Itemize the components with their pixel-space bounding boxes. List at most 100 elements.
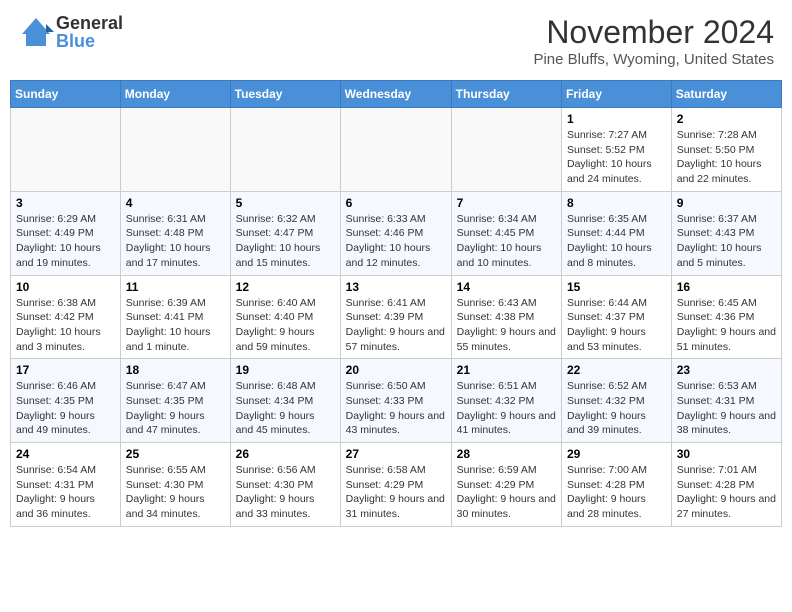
- day-info: Sunrise: 6:34 AM Sunset: 4:45 PM Dayligh…: [457, 212, 556, 271]
- logo-general-text: General: [56, 14, 123, 32]
- day-number: 20: [346, 363, 446, 377]
- calendar-cell: 6 Sunrise: 6:33 AM Sunset: 4:46 PM Daylig…: [340, 191, 451, 275]
- calendar-cell: 1Sunrise: 7:27 AM Sunset: 5:52 PM Daylig…: [562, 108, 672, 192]
- day-number: 16: [677, 280, 776, 294]
- day-number: 12: [236, 280, 335, 294]
- calendar-cell: 7 Sunrise: 6:34 AM Sunset: 4:45 PM Daylig…: [451, 191, 561, 275]
- day-header-monday: Monday: [120, 81, 230, 108]
- day-number: 5: [236, 196, 335, 210]
- calendar-cell: 12 Sunrise: 6:40 AM Sunset: 4:40 PM Dayli…: [230, 275, 340, 359]
- calendar-cell: [120, 108, 230, 192]
- calendar-cell: [451, 108, 561, 192]
- calendar-cell: 22 Sunrise: 6:52 AM Sunset: 4:32 PM Dayli…: [562, 359, 672, 443]
- day-info: Sunrise: 6:51 AM Sunset: 4:32 PM Dayligh…: [457, 379, 556, 438]
- calendar-cell: [11, 108, 121, 192]
- day-info: Sunrise: 7:01 AM Sunset: 4:28 PM Dayligh…: [677, 463, 776, 522]
- day-info: Sunrise: 7:28 AM Sunset: 5:50 PM Dayligh…: [677, 128, 776, 187]
- day-number: 29: [567, 447, 666, 461]
- day-header-wednesday: Wednesday: [340, 81, 451, 108]
- day-info: Sunrise: 6:59 AM Sunset: 4:29 PM Dayligh…: [457, 463, 556, 522]
- calendar-cell: 15 Sunrise: 6:44 AM Sunset: 4:37 PM Dayli…: [562, 275, 672, 359]
- month-title: November 2024: [533, 14, 774, 51]
- day-number: 18: [126, 363, 225, 377]
- day-number: 24: [16, 447, 115, 461]
- calendar-cell: 24 Sunrise: 6:54 AM Sunset: 4:31 PM Dayli…: [11, 443, 121, 527]
- day-number: 11: [126, 280, 225, 294]
- calendar-cell: 3 Sunrise: 6:29 AM Sunset: 4:49 PM Daylig…: [11, 191, 121, 275]
- calendar-cell: 29Sunrise: 7:00 AM Sunset: 4:28 PM Dayli…: [562, 443, 672, 527]
- day-header-thursday: Thursday: [451, 81, 561, 108]
- calendar-cell: [340, 108, 451, 192]
- logo-icon: [18, 14, 54, 50]
- day-header-tuesday: Tuesday: [230, 81, 340, 108]
- calendar-cell: 19 Sunrise: 6:48 AM Sunset: 4:34 PM Dayli…: [230, 359, 340, 443]
- day-number: 10: [16, 280, 115, 294]
- day-info: Sunrise: 6:50 AM Sunset: 4:33 PM Dayligh…: [346, 379, 446, 438]
- calendar-header: SundayMondayTuesdayWednesdayThursdayFrid…: [11, 81, 782, 108]
- day-number: 6: [346, 196, 446, 210]
- calendar-cell: 26 Sunrise: 6:56 AM Sunset: 4:30 PM Dayli…: [230, 443, 340, 527]
- calendar-week-2: 10Sunrise: 6:38 AM Sunset: 4:42 PM Dayli…: [11, 275, 782, 359]
- calendar-cell: 23Sunrise: 6:53 AM Sunset: 4:31 PM Dayli…: [671, 359, 781, 443]
- calendar-table: SundayMondayTuesdayWednesdayThursdayFrid…: [10, 80, 782, 527]
- day-info: Sunrise: 6:37 AM Sunset: 4:43 PM Dayligh…: [677, 212, 776, 271]
- calendar-cell: 4Sunrise: 6:31 AM Sunset: 4:48 PM Daylig…: [120, 191, 230, 275]
- day-number: 26: [236, 447, 335, 461]
- day-number: 15: [567, 280, 666, 294]
- day-info: Sunrise: 6:48 AM Sunset: 4:34 PM Dayligh…: [236, 379, 335, 438]
- calendar-cell: 27Sunrise: 6:58 AM Sunset: 4:29 PM Dayli…: [340, 443, 451, 527]
- day-number: 22: [567, 363, 666, 377]
- day-info: Sunrise: 6:56 AM Sunset: 4:30 PM Dayligh…: [236, 463, 335, 522]
- page-header: General Blue November 2024 Pine Bluffs, …: [10, 10, 782, 72]
- day-header-sunday: Sunday: [11, 81, 121, 108]
- calendar-cell: 10Sunrise: 6:38 AM Sunset: 4:42 PM Dayli…: [11, 275, 121, 359]
- calendar-cell: 11 Sunrise: 6:39 AM Sunset: 4:41 PM Dayli…: [120, 275, 230, 359]
- calendar-cell: 2 Sunrise: 7:28 AM Sunset: 5:50 PM Daylig…: [671, 108, 781, 192]
- day-header-friday: Friday: [562, 81, 672, 108]
- logo: General Blue: [18, 14, 123, 50]
- calendar-cell: 16 Sunrise: 6:45 AM Sunset: 4:36 PM Dayli…: [671, 275, 781, 359]
- day-number: 1: [567, 112, 666, 126]
- day-info: Sunrise: 6:41 AM Sunset: 4:39 PM Dayligh…: [346, 296, 446, 355]
- day-number: 3: [16, 196, 115, 210]
- day-info: Sunrise: 6:32 AM Sunset: 4:47 PM Dayligh…: [236, 212, 335, 271]
- calendar-week-3: 17Sunrise: 6:46 AM Sunset: 4:35 PM Dayli…: [11, 359, 782, 443]
- calendar-week-4: 24 Sunrise: 6:54 AM Sunset: 4:31 PM Dayli…: [11, 443, 782, 527]
- day-info: Sunrise: 6:43 AM Sunset: 4:38 PM Dayligh…: [457, 296, 556, 355]
- calendar-body: 1Sunrise: 7:27 AM Sunset: 5:52 PM Daylig…: [11, 108, 782, 527]
- calendar-cell: 30 Sunrise: 7:01 AM Sunset: 4:28 PM Dayli…: [671, 443, 781, 527]
- day-number: 30: [677, 447, 776, 461]
- day-info: Sunrise: 6:46 AM Sunset: 4:35 PM Dayligh…: [16, 379, 115, 438]
- day-info: Sunrise: 6:54 AM Sunset: 4:31 PM Dayligh…: [16, 463, 115, 522]
- calendar-cell: 5 Sunrise: 6:32 AM Sunset: 4:47 PM Daylig…: [230, 191, 340, 275]
- day-number: 4: [126, 196, 225, 210]
- day-info: Sunrise: 6:29 AM Sunset: 4:49 PM Dayligh…: [16, 212, 115, 271]
- day-number: 25: [126, 447, 225, 461]
- day-number: 9: [677, 196, 776, 210]
- day-number: 28: [457, 447, 556, 461]
- day-number: 7: [457, 196, 556, 210]
- day-info: Sunrise: 6:58 AM Sunset: 4:29 PM Dayligh…: [346, 463, 446, 522]
- day-info: Sunrise: 6:52 AM Sunset: 4:32 PM Dayligh…: [567, 379, 666, 438]
- calendar-cell: 9 Sunrise: 6:37 AM Sunset: 4:43 PM Daylig…: [671, 191, 781, 275]
- location-title: Pine Bluffs, Wyoming, United States: [533, 51, 774, 68]
- calendar-cell: 13Sunrise: 6:41 AM Sunset: 4:39 PM Dayli…: [340, 275, 451, 359]
- day-number: 21: [457, 363, 556, 377]
- calendar-cell: [230, 108, 340, 192]
- calendar-cell: 18Sunrise: 6:47 AM Sunset: 4:35 PM Dayli…: [120, 359, 230, 443]
- day-info: Sunrise: 6:40 AM Sunset: 4:40 PM Dayligh…: [236, 296, 335, 355]
- calendar-cell: 28 Sunrise: 6:59 AM Sunset: 4:29 PM Dayli…: [451, 443, 561, 527]
- day-info: Sunrise: 6:35 AM Sunset: 4:44 PM Dayligh…: [567, 212, 666, 271]
- calendar-cell: 14 Sunrise: 6:43 AM Sunset: 4:38 PM Dayli…: [451, 275, 561, 359]
- calendar-cell: 21 Sunrise: 6:51 AM Sunset: 4:32 PM Dayli…: [451, 359, 561, 443]
- day-number: 14: [457, 280, 556, 294]
- day-number: 8: [567, 196, 666, 210]
- day-info: Sunrise: 6:39 AM Sunset: 4:41 PM Dayligh…: [126, 296, 225, 355]
- day-info: Sunrise: 6:45 AM Sunset: 4:36 PM Dayligh…: [677, 296, 776, 355]
- day-number: 19: [236, 363, 335, 377]
- day-info: Sunrise: 6:44 AM Sunset: 4:37 PM Dayligh…: [567, 296, 666, 355]
- day-number: 2: [677, 112, 776, 126]
- calendar-cell: 17Sunrise: 6:46 AM Sunset: 4:35 PM Dayli…: [11, 359, 121, 443]
- day-info: Sunrise: 6:33 AM Sunset: 4:46 PM Dayligh…: [346, 212, 446, 271]
- day-info: Sunrise: 6:55 AM Sunset: 4:30 PM Dayligh…: [126, 463, 225, 522]
